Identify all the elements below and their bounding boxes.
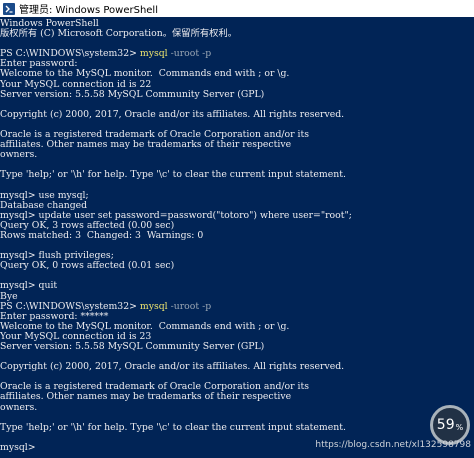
- console-line: owners.: [0, 150, 474, 160]
- console-text: mysql>: [0, 441, 39, 453]
- console-text: Server version: 5.5.58 MySQL Community S…: [0, 88, 265, 100]
- console-text: Server version: 5.5.58 MySQL Community S…: [0, 341, 265, 352]
- console-line: Rows matched: 3 Changed: 3 Warnings: 0: [0, 229, 474, 241]
- console-line: affiliates. Other names may be trademark…: [0, 140, 474, 150]
- usage-meter-unit: %: [455, 422, 464, 432]
- console-text: Type 'help;' or '\h' for help. Type '\c'…: [0, 421, 346, 433]
- command-arguments: -uroot -p: [167, 48, 212, 60]
- console-text: owners.: [0, 149, 38, 161]
- title-bar[interactable]: 管理员: Windows PowerShell: [0, 0, 474, 17]
- console-text: Rows matched: 3 Changed: 3 Warnings: 0: [0, 229, 204, 241]
- console-line: Copyright (c) 2000, 2017, Oracle and/or …: [0, 362, 474, 372]
- console-line: Server version: 5.5.58 MySQL Community S…: [0, 88, 474, 100]
- powershell-icon: [3, 2, 15, 15]
- console-text: owners.: [0, 401, 38, 413]
- console-output[interactable]: Windows PowerShell 版权所有 (C) Microsoft Cor…: [0, 19, 474, 458]
- command-arguments: -uroot -p: [167, 300, 212, 312]
- console-text: affiliates. Other names may be trademark…: [0, 391, 292, 403]
- console-line: Type 'help;' or '\h' for help. Type '\c'…: [0, 421, 474, 433]
- console-line: mysql> quit: [0, 281, 474, 291]
- console-line: 版权所有 (C) Microsoft Corporation。保留所有权利。: [0, 29, 474, 39]
- console-line: Query OK, 0 rows affected (0.01 sec): [0, 261, 474, 271]
- window-title: 管理员: Windows PowerShell: [19, 5, 158, 16]
- console-text: 版权所有 (C) Microsoft Corporation。保留所有权利。: [0, 28, 238, 40]
- console-line: Type 'help;' or '\h' for help. Type '\c'…: [0, 170, 474, 180]
- powershell-window: 管理员: Windows PowerShell Windows PowerShe…: [0, 0, 474, 458]
- console-text: Type 'help;' or '\h' for help. Type '\c'…: [0, 169, 346, 181]
- console-line: Copyright (c) 2000, 2017, Oracle and/or …: [0, 108, 474, 120]
- console-text: Query OK, 0 rows affected (0.01 sec): [0, 260, 175, 272]
- console-text: affiliates. Other names may be trademark…: [0, 139, 292, 151]
- console-line: Server version: 5.5.58 MySQL Community S…: [0, 341, 474, 352]
- console-text: Copyright (c) 2000, 2017, Oracle and/or …: [0, 361, 345, 373]
- watermark: https://blog.csdn.net/xl132598798: [315, 440, 471, 450]
- console-line: owners.: [0, 401, 474, 413]
- usage-meter-value: 59: [436, 417, 455, 433]
- console-text: Copyright (c) 2000, 2017, Oracle and/or …: [0, 108, 345, 120]
- command-name: mysql: [139, 300, 168, 312]
- usage-meter-widget[interactable]: 59%: [430, 405, 470, 445]
- console-line: affiliates. Other names may be trademark…: [0, 392, 474, 402]
- command-name: mysql: [139, 48, 168, 60]
